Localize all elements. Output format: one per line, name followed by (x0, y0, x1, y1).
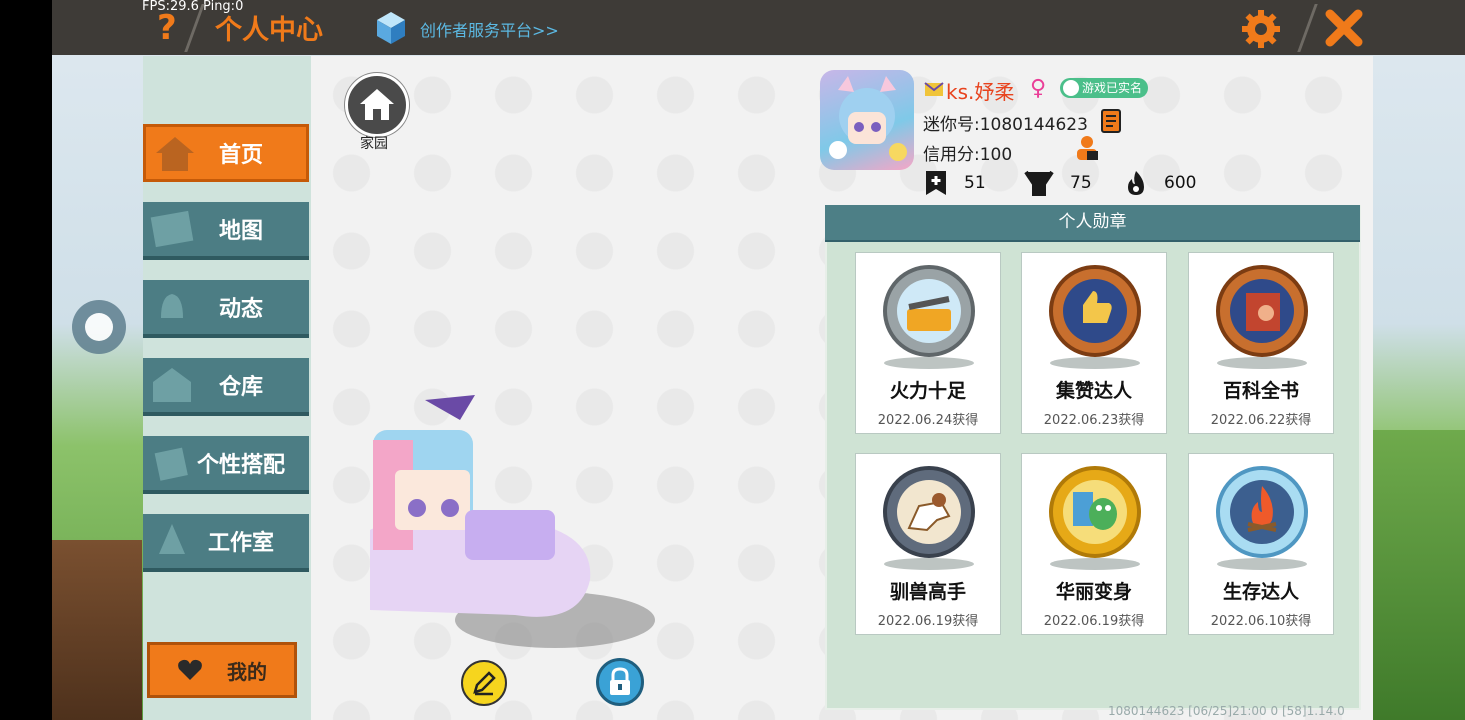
badge-encyclopedia-icon (1216, 265, 1308, 357)
outfit-icon (154, 447, 188, 481)
badge-date: 2022.06.19获得 (1043, 614, 1145, 629)
sidebar-item-label: 个性搭配 (196, 453, 285, 478)
warehouse-icon (153, 368, 191, 402)
badge-survival-icon (1216, 466, 1308, 558)
edit-button[interactable] (461, 660, 507, 706)
mine-label: 我的 (227, 659, 267, 684)
credit-score: 信用分:100 (923, 145, 1013, 165)
badge-date: 2022.06.23获得 (1043, 413, 1145, 428)
sidebar-item-home[interactable]: 首页 (143, 124, 309, 182)
copy-icon[interactable] (1100, 108, 1124, 134)
bell-icon (161, 294, 183, 318)
sidebar-item-label: 首页 (218, 143, 263, 168)
tree-icon (159, 524, 185, 554)
question-mark-icon[interactable]: ? (157, 8, 177, 48)
badge-name: 火力十足 (889, 380, 966, 402)
badge-name: 百科全书 (1222, 380, 1299, 402)
lock-button[interactable] (596, 658, 644, 706)
verified-badge: 游戏已实名 (1060, 78, 1149, 98)
badge-firepower-icon (883, 265, 975, 357)
mine-button[interactable]: 我的 (147, 642, 297, 698)
homestead-label: 家园 (360, 136, 388, 152)
badge-shadow (884, 558, 974, 570)
female-gender-icon: ♀ (1030, 76, 1047, 101)
badge-transform-icon (1049, 466, 1141, 558)
lock-icon (610, 667, 630, 695)
badge-name: 华丽变身 (1055, 581, 1132, 603)
badge-shadow (884, 357, 974, 369)
pencil-icon (473, 671, 496, 696)
page-title: 个人中心 (215, 15, 323, 46)
gear-icon[interactable] (1240, 8, 1282, 50)
plus-bookmark-icon (926, 171, 946, 195)
badge-panel-title: 个人勋章 (825, 205, 1360, 242)
sidebar-item-studio[interactable]: 工作室 (143, 514, 309, 572)
cube-icon[interactable] (375, 10, 407, 46)
badge-date: 2022.06.19获得 (877, 614, 979, 629)
badge-tamer-icon (883, 466, 975, 558)
badge-date: 2022.06.22获得 (1210, 413, 1312, 428)
version-footer: 1080144623 [06/25]21:00 0 [58]1.14.0 (1108, 704, 1345, 718)
sidebar-item-map[interactable]: 地图 (143, 202, 309, 260)
badge-date: 2022.06.24获得 (877, 413, 979, 428)
house-icon (360, 89, 394, 120)
badge-shadow (1050, 357, 1140, 369)
badge-card[interactable]: 百科全书 2022.06.22获得 (1188, 252, 1334, 434)
badge-name: 生存达人 (1222, 581, 1299, 603)
badge-name: 驯兽高手 (889, 581, 966, 603)
avatar-portrait (829, 76, 907, 161)
stat-heat: 600 (1124, 168, 1196, 198)
sidebar-item-label: 地图 (218, 219, 263, 244)
mini-id: 迷你号:1080144623 (923, 115, 1088, 135)
sidebar-item-feed[interactable]: 动态 (143, 280, 309, 338)
badge-date: 2022.06.10获得 (1210, 614, 1312, 629)
badge-card[interactable]: 生存达人 2022.06.10获得 (1188, 453, 1334, 635)
badge-card[interactable]: 华丽变身 2022.06.19获得 (1021, 453, 1167, 635)
stat-value: 75 (1070, 173, 1092, 193)
flame-icon (1128, 171, 1144, 195)
image-icon (150, 210, 194, 248)
badge-name: 集赞达人 (1055, 380, 1132, 402)
badge-shadow (1217, 357, 1307, 369)
floating-joystick-button[interactable] (72, 300, 126, 354)
vip-mail-icon (924, 82, 944, 96)
sidebar-item-warehouse[interactable]: 仓库 (143, 358, 309, 416)
sidebar-item-label: 工作室 (207, 531, 274, 556)
homestead-button[interactable] (345, 73, 409, 137)
stat-fans: 75 (1024, 168, 1092, 198)
verified-person-icon (1063, 80, 1079, 96)
creator-platform-link[interactable]: 创作者服务平台>> (420, 17, 559, 41)
badge-shadow (1050, 558, 1140, 570)
badge-card[interactable]: 集赞达人 2022.06.23获得 (1021, 252, 1167, 434)
sidebar-item-label: 仓库 (218, 375, 263, 400)
badge-thumbs-up-icon (1049, 265, 1141, 357)
stat-value: 600 (1164, 173, 1197, 193)
credit-user-icon[interactable] (1074, 134, 1100, 162)
background-wood-block (52, 540, 142, 720)
cheer-person-icon (1024, 170, 1054, 196)
house-icon (156, 137, 194, 171)
avatar[interactable] (820, 70, 914, 170)
badge-card[interactable]: 火力十足 2022.06.24获得 (855, 252, 1001, 434)
close-x-icon[interactable] (1322, 6, 1366, 50)
badge-card[interactable]: 驯兽高手 2022.06.19获得 (855, 453, 1001, 635)
verified-label: 游戏已实名 (1082, 81, 1143, 95)
player-avatar-3d[interactable] (365, 380, 655, 650)
heart-icon (178, 659, 202, 680)
sidebar-item-label: 动态 (218, 297, 263, 322)
player-name: ks.妤柔 (946, 80, 1015, 104)
stat-collect: 51 (924, 168, 986, 198)
badge-shadow (1217, 558, 1307, 570)
stat-value: 51 (964, 173, 986, 193)
sidebar-item-outfit[interactable]: 个性搭配 (143, 436, 309, 494)
